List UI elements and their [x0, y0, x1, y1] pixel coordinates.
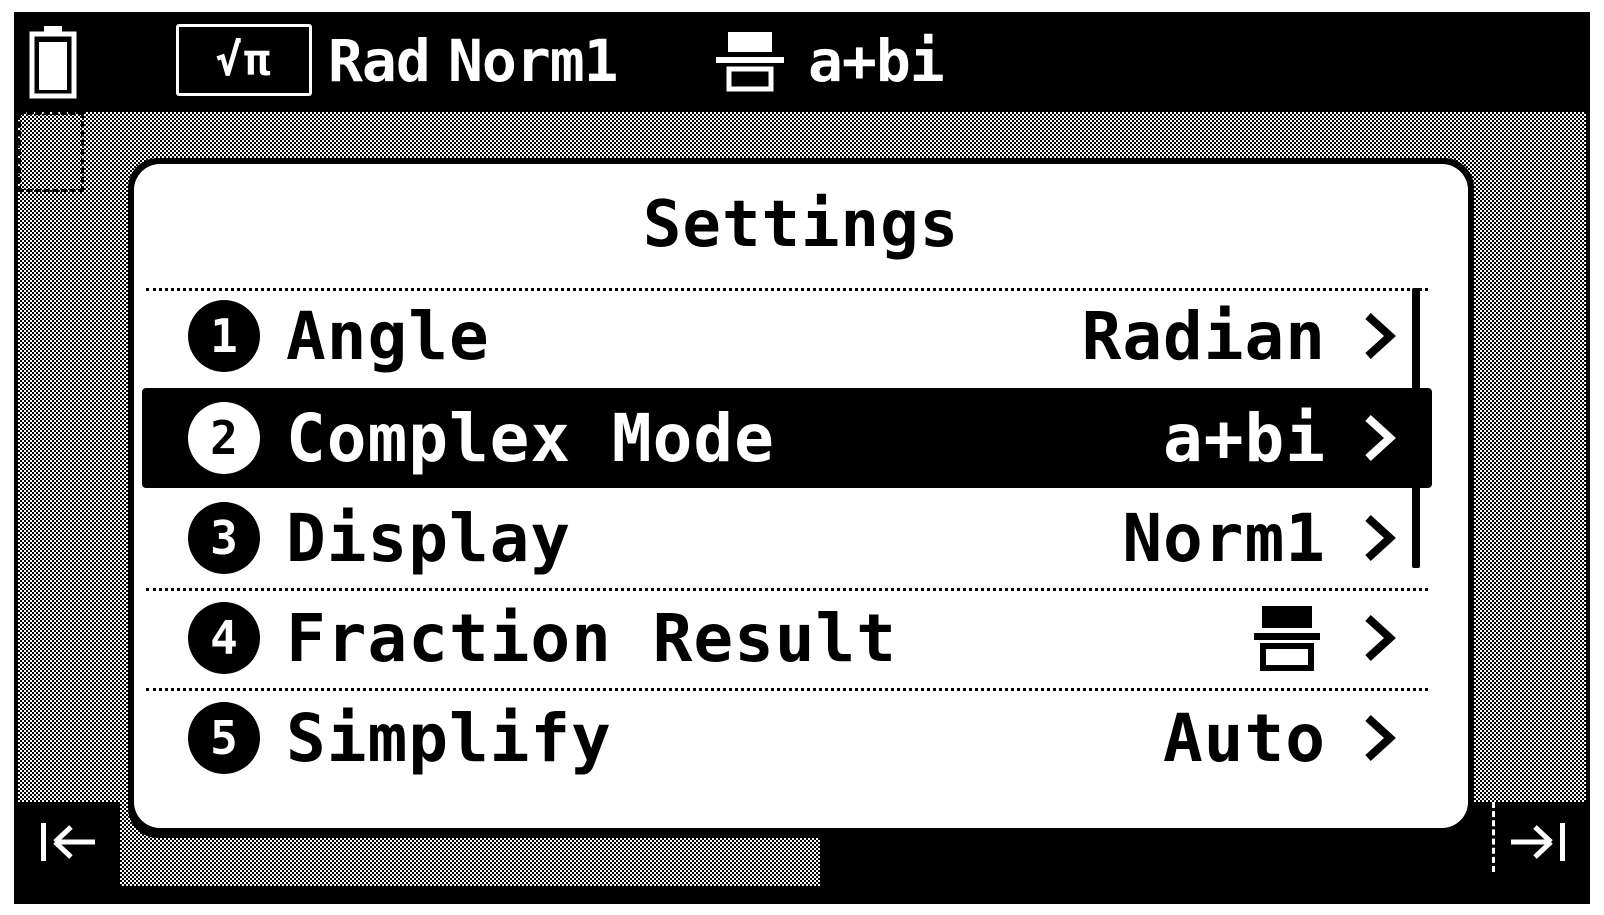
forward-to-end-icon[interactable] [1502, 812, 1572, 872]
display-indicator: Norm1 [448, 27, 619, 95]
fraction-result-icon [1254, 606, 1320, 671]
settings-item-angle[interactable]: 1 Angle Radian [142, 286, 1432, 386]
item-number: 4 [188, 602, 260, 674]
calculator-screen: √π Rad Norm1 a+bi Settings 1 Angle Radia… [0, 0, 1604, 915]
input-mode-indicator: √π [176, 24, 312, 96]
settings-item-display[interactable]: 3 Display Norm1 [142, 488, 1432, 588]
cursor-box [18, 112, 84, 192]
settings-item-simplify[interactable]: 5 Simplify Auto [142, 688, 1432, 788]
item-label: Display [286, 499, 572, 577]
item-number: 2 [188, 402, 260, 474]
chevron-right-icon [1365, 313, 1396, 359]
battery-icon [29, 26, 77, 99]
item-label: Angle [286, 297, 490, 375]
settings-item-complex-mode[interactable]: 2 Complex Mode a+bi [142, 388, 1432, 488]
item-value: Radian [1081, 297, 1326, 375]
complex-indicator: a+bi [808, 27, 945, 95]
chevron-right-icon [1365, 615, 1396, 661]
bottom-separator [1492, 802, 1495, 872]
item-label: Simplify [286, 699, 612, 777]
chevron-right-icon [1365, 515, 1396, 561]
item-label: Fraction Result [286, 599, 898, 677]
item-value: a+bi [1163, 399, 1326, 477]
item-label: Complex Mode [286, 399, 775, 477]
fraction-result-icon [716, 32, 784, 92]
dialog-title: Settings [642, 188, 960, 262]
status-bar: √π Rad Norm1 a+bi [18, 16, 1586, 108]
item-value: Auto [1163, 699, 1326, 777]
item-number: 5 [188, 702, 260, 774]
item-value: Norm1 [1122, 499, 1326, 577]
item-number: 3 [188, 502, 260, 574]
back-to-start-icon[interactable] [34, 812, 104, 872]
item-number: 1 [188, 300, 260, 372]
chevron-right-icon [1365, 715, 1396, 761]
settings-item-fraction-result[interactable]: 4 Fraction Result [142, 588, 1432, 688]
chevron-right-icon [1365, 415, 1396, 461]
angle-indicator: Rad [328, 27, 431, 95]
settings-dialog: Settings 1 Angle Radian 2 Complex Mode a… [134, 164, 1468, 828]
scrollbar[interactable] [1412, 288, 1420, 568]
